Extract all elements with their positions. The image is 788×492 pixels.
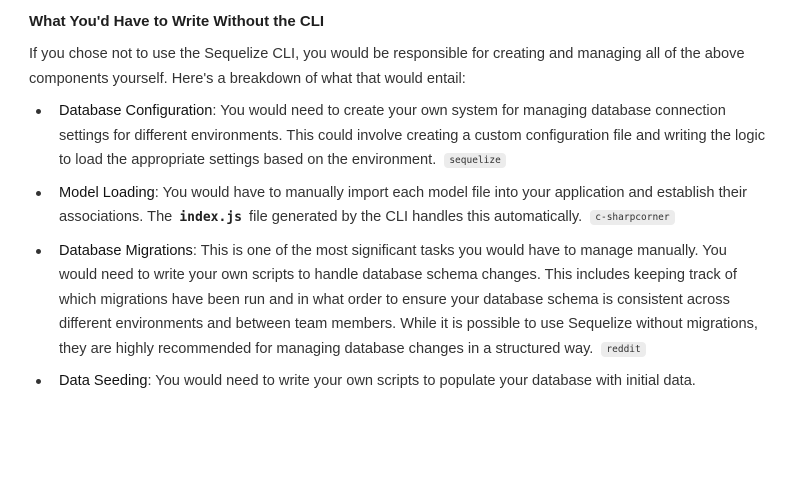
inline-code: index.js <box>179 210 242 225</box>
bullet-icon <box>36 190 41 196</box>
list-item-model-loading: Model Loading: You would have to manuall… <box>29 181 769 231</box>
item-text: : This is one of the most significant ta… <box>59 242 758 357</box>
item-text: : You would need to write your own scrip… <box>147 373 696 389</box>
item-term: Database Configuration <box>59 103 213 119</box>
list-item-data-seeding: Data Seeding: You would need to write yo… <box>29 369 769 394</box>
item-term: Database Migrations <box>59 242 193 259</box>
bullet-icon <box>36 109 41 114</box>
item-term: Model Loading <box>59 184 155 201</box>
source-tag-sequelize[interactable]: sequelize <box>444 153 506 168</box>
source-tag-c-sharpcorner[interactable]: c-sharpcorner <box>590 210 675 225</box>
source-tag-reddit[interactable]: reddit <box>601 341 646 357</box>
bullet-icon <box>36 379 41 384</box>
section-heading: What You'd Have to Write Without the CLI <box>29 13 325 30</box>
answer-section: What You'd Have to Write Without the CLI… <box>0 0 769 394</box>
list-item-database-migrations: Database Migrations: This is one of the … <box>29 239 769 362</box>
item-text-after: file generated by the CLI handles this a… <box>244 209 583 225</box>
list-item-database-configuration: Database Configuration: You would need t… <box>29 99 769 173</box>
breakdown-list: Database Configuration : You would need t… <box>29 99 769 394</box>
item-term: Data Seeding <box>59 373 148 389</box>
intro-paragraph: If you chose not to use the Sequelize CL… <box>29 46 745 87</box>
bullet-icon <box>36 248 41 254</box>
